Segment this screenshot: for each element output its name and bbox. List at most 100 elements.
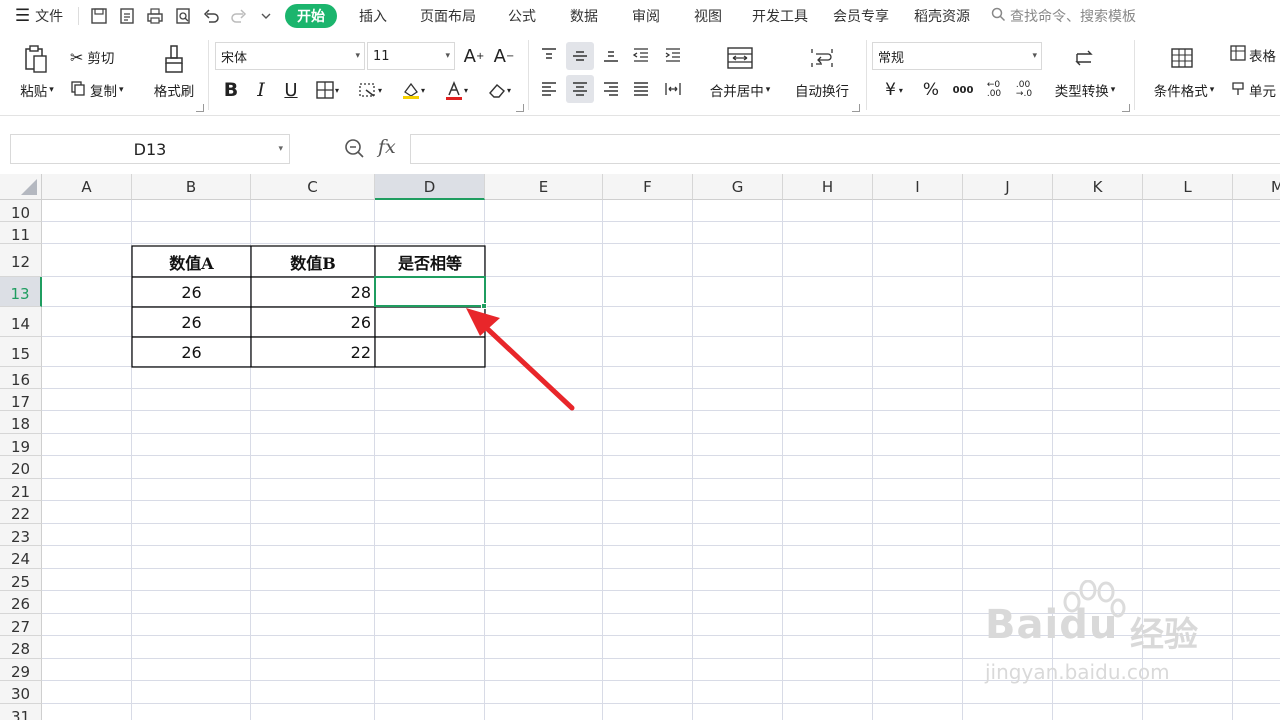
percent-icon[interactable]: % (918, 78, 944, 102)
top-menu-bar: ☰ 文件 开始 插入 页面布局 公式 数据 审阅 视图 开发工具 会员专享 稻壳… (0, 0, 1280, 32)
tab-developer-label: 开发工具 (752, 9, 808, 25)
eraser-icon[interactable]: ▾ (481, 78, 517, 102)
table-style-label: 表格 (1249, 49, 1276, 65)
merge-center-dropdown-icon: ▾ (765, 85, 771, 95)
redo-icon[interactable] (225, 0, 253, 32)
clipboard-dialog-launcher-icon[interactable] (196, 104, 204, 112)
command-search-placeholder: 查找命令、搜索模板 (1010, 9, 1136, 25)
alignment-dialog-launcher-icon[interactable] (852, 104, 860, 112)
font-color-icon[interactable]: ▾ (438, 78, 474, 102)
tab-formulas[interactable]: 公式 (491, 0, 553, 32)
cell-style-icon (1230, 80, 1246, 100)
font-size-dropdown-icon: ▾ (445, 51, 450, 61)
borders-icon[interactable]: ▾ (310, 78, 344, 102)
tab-page-layout[interactable]: 页面布局 (405, 0, 491, 32)
conditional-format-dropdown-icon: ▾ (1209, 85, 1215, 95)
copy-label: 复制 (90, 84, 117, 100)
wrap-text-icon[interactable] (804, 42, 840, 74)
font-name-select[interactable]: 宋体 ▾ (215, 42, 365, 70)
font-name-dropdown-icon: ▾ (355, 51, 360, 61)
justify-icon[interactable] (628, 76, 654, 102)
conditional-format-icon[interactable] (1164, 42, 1200, 74)
align-left-icon[interactable] (536, 76, 562, 102)
tab-member[interactable]: 会员专享 (821, 0, 901, 32)
align-center-icon[interactable] (566, 75, 594, 103)
increase-indent-icon[interactable] (660, 42, 686, 68)
cut-label: 剪切 (87, 51, 115, 67)
decrease-decimal-icon[interactable]: .00 →.0 (1010, 78, 1038, 102)
table-style-button[interactable]: 表格 (1230, 44, 1280, 66)
table-style-icon (1230, 45, 1246, 65)
merge-center-icon[interactable] (722, 42, 758, 74)
align-top-icon[interactable] (536, 42, 562, 68)
copy-button[interactable]: 复制 ▾ (70, 79, 138, 101)
wrap-text-label: 自动换行 (795, 84, 849, 100)
fill-color-icon[interactable]: ▾ (395, 78, 431, 102)
tab-home-label: 开始 (285, 4, 337, 28)
copy-dropdown-icon: ▾ (119, 85, 124, 95)
undo-icon[interactable] (197, 0, 225, 32)
tab-review[interactable]: 审阅 (615, 0, 677, 32)
format-painter-icon[interactable] (150, 42, 198, 76)
format-painter-label: 格式刷 (153, 84, 195, 100)
zoom-formula-icon[interactable] (344, 138, 368, 162)
save-icon[interactable] (85, 0, 113, 32)
paste-button[interactable]: 粘贴 ▾ (10, 80, 64, 100)
export-pdf-icon[interactable] (113, 0, 141, 32)
cell-style-button[interactable]: 单元 (1230, 79, 1280, 101)
merge-center-button[interactable]: 合并居中 ▾ (700, 80, 780, 100)
decrease-font-icon[interactable]: A − (492, 44, 516, 68)
quick-access-dropdown-icon[interactable] (253, 0, 279, 32)
align-bottom-icon[interactable] (598, 42, 624, 68)
font-dialog-launcher-icon[interactable] (516, 104, 524, 112)
number-format-value: 常规 (878, 50, 905, 66)
wrap-text-button[interactable]: 自动换行 (788, 80, 856, 100)
tab-docer-resources[interactable]: 稻壳资源 (901, 0, 983, 32)
font-size-select[interactable]: 11 ▾ (367, 42, 455, 70)
underline-icon[interactable]: U (280, 78, 302, 102)
font-size-value: 11 (373, 48, 390, 64)
cell-fill-style-icon[interactable]: ▾ (352, 78, 388, 102)
align-right-icon[interactable] (598, 76, 624, 102)
print-preview-icon[interactable] (169, 0, 197, 32)
file-menu-button[interactable]: ☰ 文件 (0, 0, 78, 32)
distributed-align-icon[interactable] (660, 76, 686, 102)
format-painter-button[interactable]: 格式刷 (146, 80, 202, 100)
watermark-product: 经验 (1130, 615, 1198, 655)
align-middle-icon[interactable] (566, 42, 594, 70)
type-convert-button[interactable]: 类型转换 ▾ (1046, 80, 1124, 100)
formula-input[interactable] (410, 134, 1280, 164)
paste-label: 粘贴 (20, 84, 48, 100)
paste-dropdown-icon: ▾ (49, 85, 54, 95)
number-format-select[interactable]: 常规 ▾ (872, 42, 1042, 70)
tab-data-label: 数据 (570, 9, 598, 25)
thousands-separator-icon[interactable]: 000 (948, 78, 978, 102)
tab-review-label: 审阅 (632, 9, 660, 25)
print-icon[interactable] (141, 0, 169, 32)
tab-home[interactable]: 开始 (281, 0, 341, 32)
ribbon-divider (208, 40, 209, 110)
paste-icon[interactable] (14, 42, 58, 76)
increase-font-icon[interactable]: A + (462, 44, 486, 68)
hamburger-icon: ☰ (14, 6, 31, 26)
command-search[interactable]: 查找命令、搜索模板 (983, 0, 1163, 32)
bold-icon[interactable]: B (220, 78, 242, 102)
currency-icon[interactable]: ¥ ▾ (876, 78, 912, 102)
cut-button[interactable]: ✂ 剪切 (70, 46, 132, 68)
increase-decimal-icon[interactable]: ←0.00 (980, 78, 1008, 102)
tab-developer[interactable]: 开发工具 (739, 0, 821, 32)
tab-insert[interactable]: 插入 (341, 0, 405, 32)
type-convert-icon[interactable] (1066, 42, 1102, 74)
tab-data[interactable]: 数据 (553, 0, 615, 32)
conditional-format-button[interactable]: 条件格式 ▾ (1144, 80, 1224, 100)
cell-style-label: 单元 (1249, 84, 1276, 100)
tab-view[interactable]: 视图 (677, 0, 739, 32)
insert-function-icon[interactable]: fx (378, 136, 404, 162)
formula-bar: D13 ▾ fx (0, 132, 1280, 168)
decrease-indent-icon[interactable] (628, 42, 654, 68)
name-box[interactable]: D13 ▾ (10, 134, 290, 164)
ribbon-divider (528, 40, 529, 110)
italic-icon[interactable]: I (250, 78, 272, 102)
number-dialog-launcher-icon[interactable] (1122, 104, 1130, 112)
spreadsheet-grid: ABCDEFGHIJKLM 10 11 12 13 14 15 16 17 18 19 20 21 22… (0, 174, 1280, 720)
